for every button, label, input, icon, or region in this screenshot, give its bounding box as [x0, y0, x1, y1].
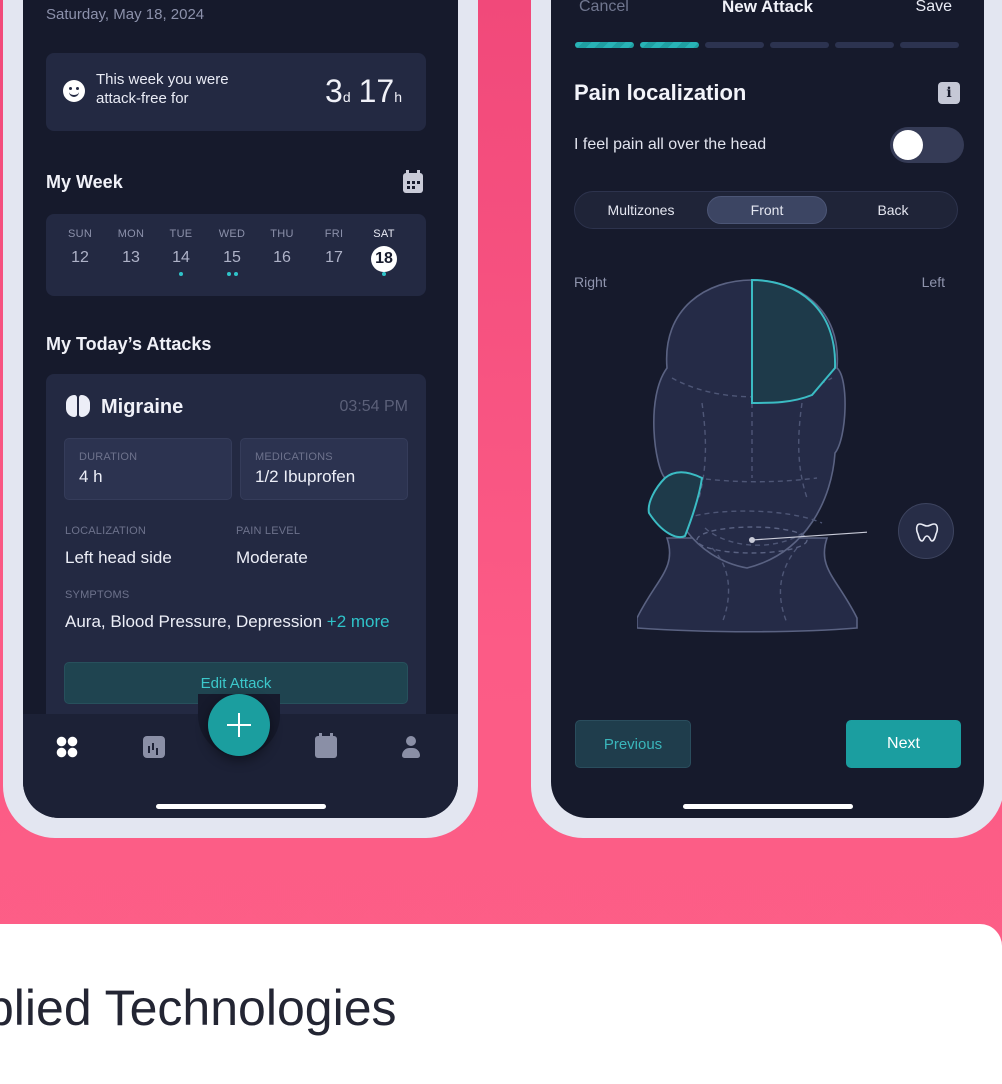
- symptoms-field: SYMPTOMS Aura, Blood Pressure, Depressio…: [65, 589, 390, 631]
- attack-dots: [212, 272, 252, 278]
- info-icon[interactable]: i: [938, 82, 960, 104]
- side-label-right: Right: [574, 274, 607, 290]
- attack-time: 03:54 PM: [339, 398, 408, 415]
- tab-back[interactable]: Back: [831, 196, 955, 224]
- previous-button[interactable]: Previous: [575, 720, 691, 768]
- smile-icon: [63, 80, 85, 102]
- side-label-left: Left: [921, 274, 945, 290]
- duration-box: DURATION 4 h: [64, 438, 232, 500]
- day-wed[interactable]: WED 15: [212, 228, 252, 278]
- tab-front[interactable]: Front: [707, 196, 827, 224]
- today-attacks-title: My Today’s Attacks: [46, 334, 212, 354]
- day-fri[interactable]: FRI 17: [314, 228, 354, 278]
- home-indicator: [155, 804, 326, 809]
- home-indicator: [682, 804, 853, 809]
- brain-icon: [66, 395, 90, 417]
- day-sun[interactable]: SUN 12: [60, 228, 100, 278]
- progress-step-3: [705, 42, 764, 48]
- progress-step-1: [575, 42, 634, 48]
- view-tabs: Multizones Front Back: [574, 191, 958, 229]
- head-map: [637, 278, 867, 633]
- progress-step-4: [770, 42, 829, 48]
- dashboard-icon[interactable]: [56, 736, 78, 758]
- my-week-title: My Week: [46, 172, 123, 192]
- add-attack-button[interactable]: [208, 694, 270, 756]
- day-sat-today[interactable]: SAT 18: [364, 228, 404, 278]
- calendar-tab-icon[interactable]: [315, 733, 337, 758]
- medications-box: MEDICATIONS 1/2 Ibuprofen: [240, 438, 408, 500]
- next-button[interactable]: Next: [846, 720, 961, 768]
- progress-step-6: [900, 42, 959, 48]
- attack-free-text: This week you were attack-free for: [96, 71, 229, 107]
- profile-icon[interactable]: [400, 736, 422, 758]
- save-button[interactable]: Save: [916, 0, 952, 16]
- pain-level-field: PAIN LEVEL Moderate: [236, 525, 308, 567]
- week-strip: SUN 12 MON 13 TUE 14 WED 15 THU 16 FRI 17 SAT 1…: [46, 214, 426, 296]
- attack-dots: [161, 272, 201, 278]
- section-heading: plied Technologies: [0, 980, 397, 1036]
- day-mon[interactable]: MON 13: [111, 228, 151, 278]
- progress-step-2: [640, 42, 699, 48]
- dashboard-screen: Saturday, May 18, 2024 This week you wer…: [23, 0, 458, 818]
- bottom-card: plied Technologies: [0, 924, 1002, 1084]
- attack-free-card: This week you were attack-free for 3d 17h: [46, 53, 426, 131]
- stats-icon[interactable]: [143, 736, 165, 758]
- bottom-tab-bar: [23, 694, 458, 818]
- day-thu[interactable]: THU 16: [262, 228, 302, 278]
- new-attack-screen: Cancel New Attack Save Pain localization…: [551, 0, 984, 818]
- day-tue[interactable]: TUE 14: [161, 228, 201, 278]
- symptoms-more-link[interactable]: +2 more: [327, 612, 390, 631]
- attack-dots: [364, 272, 404, 278]
- pain-localization-title: Pain localization: [574, 80, 747, 105]
- attack-name: Migraine: [101, 396, 184, 418]
- tab-multizones[interactable]: Multizones: [579, 196, 703, 224]
- localization-field: LOCALIZATION Left head side: [65, 525, 172, 567]
- phone-frame-new-attack: Cancel New Attack Save Pain localization…: [531, 0, 1002, 838]
- whole-head-toggle[interactable]: [890, 127, 964, 163]
- calendar-icon[interactable]: [403, 170, 423, 193]
- whole-head-label: I feel pain all over the head: [574, 136, 767, 153]
- tooth-icon[interactable]: [898, 503, 954, 559]
- progress-step-5: [835, 42, 894, 48]
- current-date: Saturday, May 18, 2024: [46, 6, 205, 23]
- phone-frame-dashboard: Saturday, May 18, 2024 This week you wer…: [3, 0, 478, 838]
- attack-free-value: 3d 17h: [325, 73, 402, 109]
